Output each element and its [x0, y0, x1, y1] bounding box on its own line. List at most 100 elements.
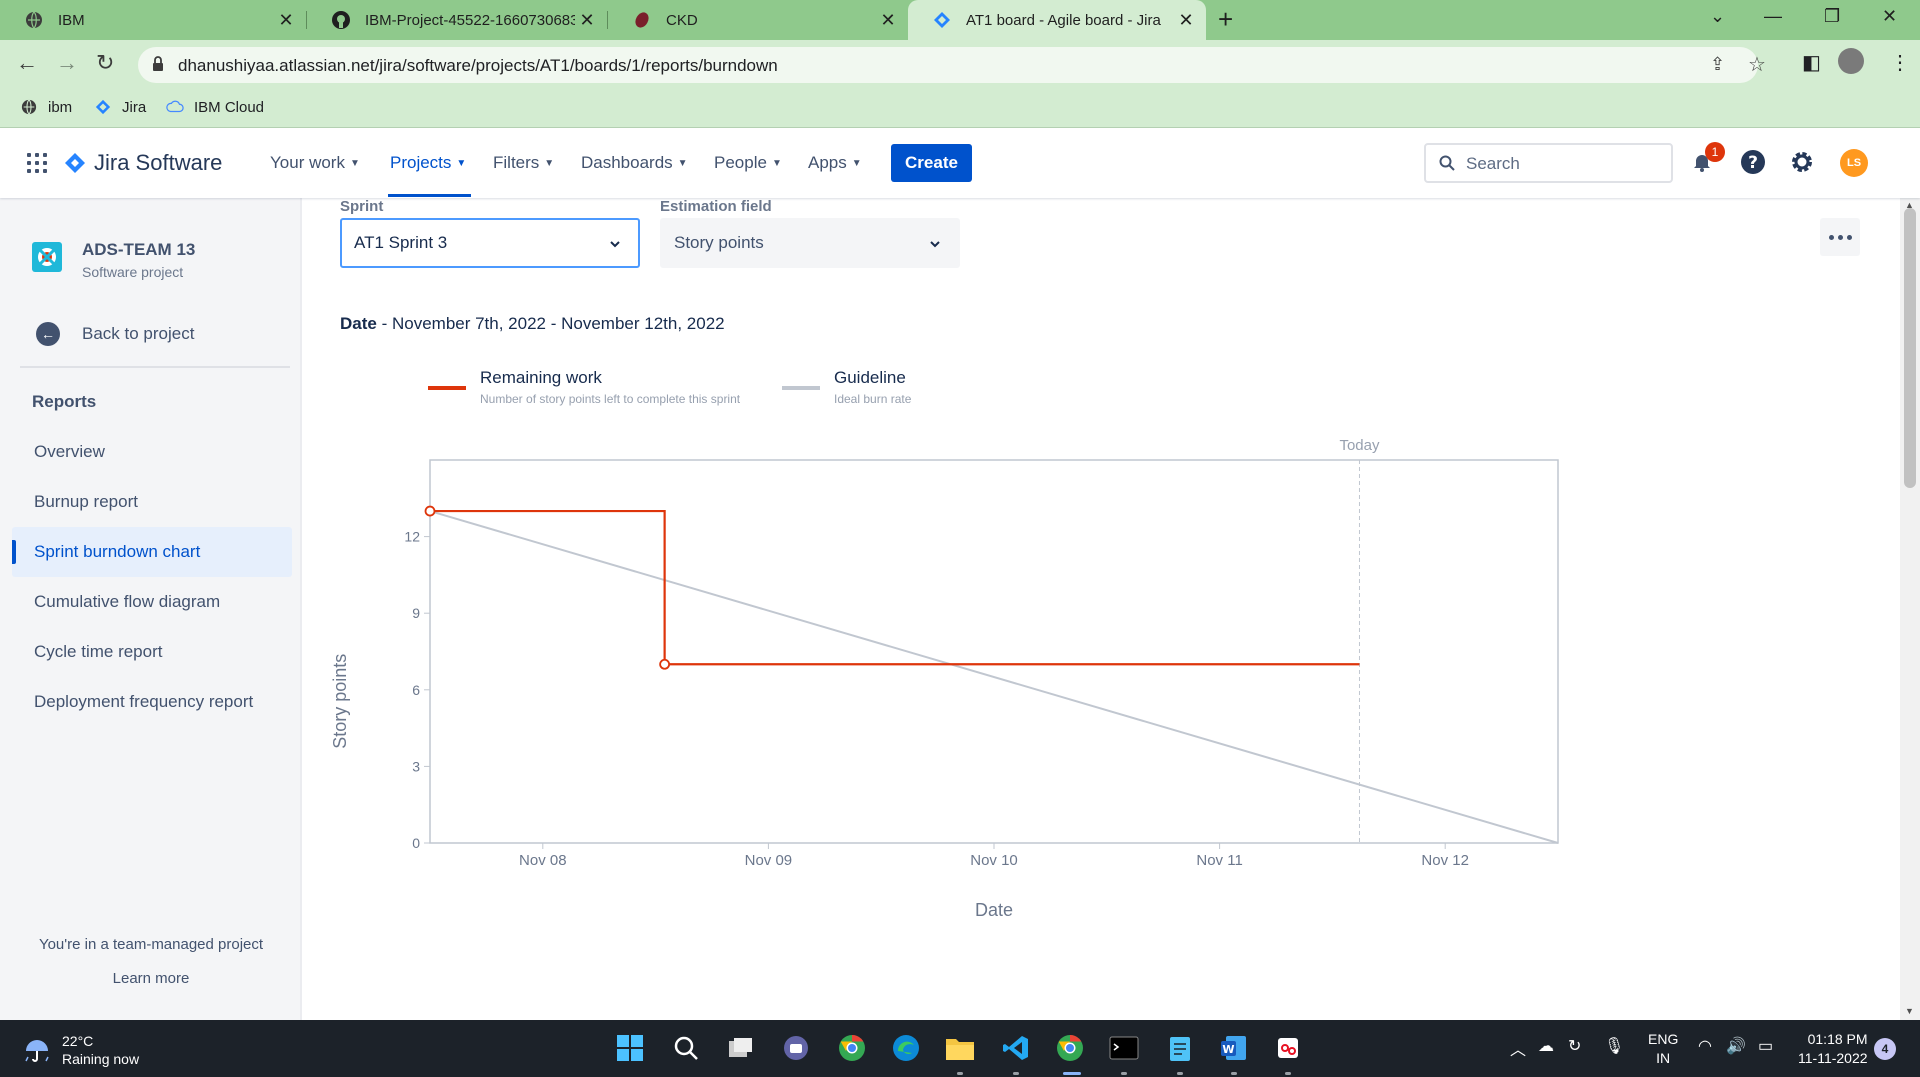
notification-center-badge[interactable]: 4	[1874, 1038, 1896, 1060]
restore-icon[interactable]: ❐	[1824, 6, 1840, 27]
legend-subtitle: Number of story points left to complete …	[480, 392, 741, 406]
back-to-project-link[interactable]: ← Back to project	[36, 322, 194, 346]
scroll-down-icon[interactable]: ▼	[1905, 1006, 1914, 1016]
share-icon[interactable]: ⇪	[1710, 54, 1725, 75]
chevron-down-icon: ▼	[677, 157, 688, 169]
browser-tab[interactable]: CKD ✕	[608, 0, 908, 40]
bookmark-label: Jira	[122, 98, 147, 116]
menu-your-work[interactable]: Your work ▼	[270, 153, 360, 173]
chrome-active-icon[interactable]	[1054, 1032, 1086, 1064]
settings-gear-icon[interactable]	[1788, 148, 1816, 176]
date-range: Date - November 7th, 2022 - November 12t…	[340, 314, 725, 334]
profile-avatar[interactable]	[1838, 48, 1864, 74]
new-tab-icon[interactable]: +	[1218, 4, 1233, 35]
close-icon[interactable]: ✕	[274, 10, 298, 31]
date-range-text: - November 7th, 2022 - November 12th, 20…	[376, 314, 725, 333]
close-icon[interactable]: ✕	[876, 10, 900, 31]
close-icon[interactable]: ✕	[575, 10, 599, 31]
edge-icon[interactable]	[890, 1032, 922, 1064]
side-panel-icon[interactable]: ◧	[1802, 50, 1821, 75]
bookmark-ibm[interactable]: ibm	[20, 98, 72, 116]
legend-title: Remaining work	[480, 368, 602, 387]
search-input[interactable]: Search	[1424, 143, 1673, 183]
sidebar-item-burnup-report[interactable]: Burnup report	[12, 477, 292, 527]
sidebar-item-sprint-burndown-chart[interactable]: Sprint burndown chart	[12, 527, 292, 577]
terminal-icon[interactable]	[1108, 1032, 1140, 1064]
browser-tab[interactable]: IBM ✕	[0, 0, 306, 40]
word-icon[interactable]: W	[1218, 1032, 1250, 1064]
wifi-icon[interactable]: ◠	[1698, 1036, 1712, 1056]
app-switcher-icon[interactable]	[27, 153, 47, 173]
time-text: 01:18 PM	[1807, 1031, 1868, 1047]
sync-icon[interactable]: ↻	[1568, 1036, 1581, 1056]
reload-icon[interactable]: ↻	[96, 50, 114, 76]
sidebar-item-cycle-time-report[interactable]: Cycle time report	[12, 627, 292, 677]
jira-logo[interactable]: Jira Software	[64, 150, 222, 176]
bookmark-ibm-cloud[interactable]: IBM Cloud	[166, 98, 264, 116]
estimation-field-select[interactable]: Story points	[660, 218, 960, 268]
scrollbar-thumb[interactable]	[1904, 208, 1916, 488]
bookmark-jira[interactable]: Jira	[94, 98, 146, 116]
teams-chat-icon[interactable]	[780, 1032, 812, 1064]
chrome-icon[interactable]	[836, 1032, 868, 1064]
menu-label: Apps	[808, 153, 847, 172]
chevron-down-icon: ▼	[456, 157, 467, 169]
file-explorer-icon[interactable]	[944, 1032, 976, 1064]
chevron-up-icon[interactable]: ︿	[1510, 1036, 1526, 1060]
sidebar-item-deployment-frequency-report[interactable]: Deployment frequency report	[12, 677, 292, 727]
microphone-icon[interactable]: 🎙	[1604, 1036, 1624, 1056]
learn-more-link[interactable]: Learn more	[0, 970, 302, 987]
minimize-icon[interactable]: —	[1764, 6, 1782, 27]
language-indicator[interactable]: ENG IN	[1648, 1030, 1678, 1068]
tab-search-icon[interactable]: ⌄	[1710, 6, 1725, 27]
arrow-left-icon: ←	[36, 322, 60, 346]
more-actions-button[interactable]	[1820, 218, 1860, 256]
svg-text:?: ?	[1748, 153, 1758, 173]
close-icon[interactable]: ✕	[1174, 10, 1198, 31]
forward-arrow-icon[interactable]: →	[56, 50, 78, 76]
page-scrollbar[interactable]: ▲ ▼	[1900, 198, 1920, 1020]
project-type: Software project	[82, 264, 184, 280]
sidebar-item-cumulative-flow-diagram[interactable]: Cumulative flow diagram	[12, 577, 292, 627]
browser-menu-icon[interactable]: ⋮	[1890, 50, 1910, 75]
taskbar-search-icon[interactable]	[670, 1032, 702, 1064]
snipping-tool-icon[interactable]	[1272, 1032, 1304, 1064]
volume-icon[interactable]: 🔊	[1726, 1036, 1746, 1056]
system-clock[interactable]: 01:18 PM 11-11-2022	[1798, 1030, 1868, 1068]
menu-projects[interactable]: Projects ▼	[390, 153, 466, 173]
region-text: IN	[1656, 1050, 1671, 1066]
bookmark-star-icon[interactable]: ☆	[1748, 52, 1766, 77]
menu-dashboards[interactable]: Dashboards ▼	[581, 153, 688, 173]
onedrive-cloud-icon[interactable]: ☁	[1538, 1036, 1554, 1056]
browser-tab-active[interactable]: AT1 board - Agile board - Jira ✕	[908, 0, 1206, 40]
chevron-down-icon	[930, 241, 940, 248]
browser-tab[interactable]: IBM-Project-45522-1660730683/ ✕	[307, 0, 607, 40]
running-indicator	[1285, 1072, 1291, 1075]
language-text: ENG	[1648, 1031, 1679, 1047]
windows-start-icon[interactable]	[614, 1032, 646, 1064]
battery-icon[interactable]: ▭	[1758, 1036, 1773, 1056]
menu-apps[interactable]: Apps ▼	[808, 153, 862, 173]
project-sidebar: ADS-TEAM 13 Software project ← Back to p…	[0, 198, 302, 1020]
menu-filters[interactable]: Filters ▼	[493, 153, 554, 173]
jira-top-nav: Jira Software Your work ▼ Projects ▼ Filte…	[0, 128, 1920, 198]
y-tick-label: 0	[412, 835, 420, 851]
window-close-icon[interactable]: ✕	[1882, 6, 1897, 27]
task-view-icon[interactable]	[725, 1032, 757, 1064]
estimation-field-label: Estimation field	[660, 198, 772, 215]
sprint-select[interactable]: AT1 Sprint 3	[340, 218, 640, 268]
weather-widget[interactable]: 22°C Raining now	[22, 1032, 139, 1068]
vscode-icon[interactable]	[1000, 1032, 1032, 1064]
url-input[interactable]: dhanushiyaa.atlassian.net/jira/software/…	[138, 47, 1766, 83]
running-indicator	[957, 1072, 963, 1075]
back-arrow-icon[interactable]: ←	[16, 50, 38, 76]
user-avatar[interactable]: LS	[1840, 149, 1868, 177]
chevron-down-icon: ▼	[771, 157, 782, 169]
help-icon[interactable]: ?	[1739, 148, 1767, 176]
create-button[interactable]: Create	[891, 144, 972, 182]
sidebar-item-overview[interactable]: Overview	[12, 427, 292, 477]
legend-swatch	[428, 386, 466, 390]
jira-icon	[94, 98, 112, 116]
menu-people[interactable]: People ▼	[714, 153, 782, 173]
notepad-icon[interactable]	[1164, 1032, 1196, 1064]
